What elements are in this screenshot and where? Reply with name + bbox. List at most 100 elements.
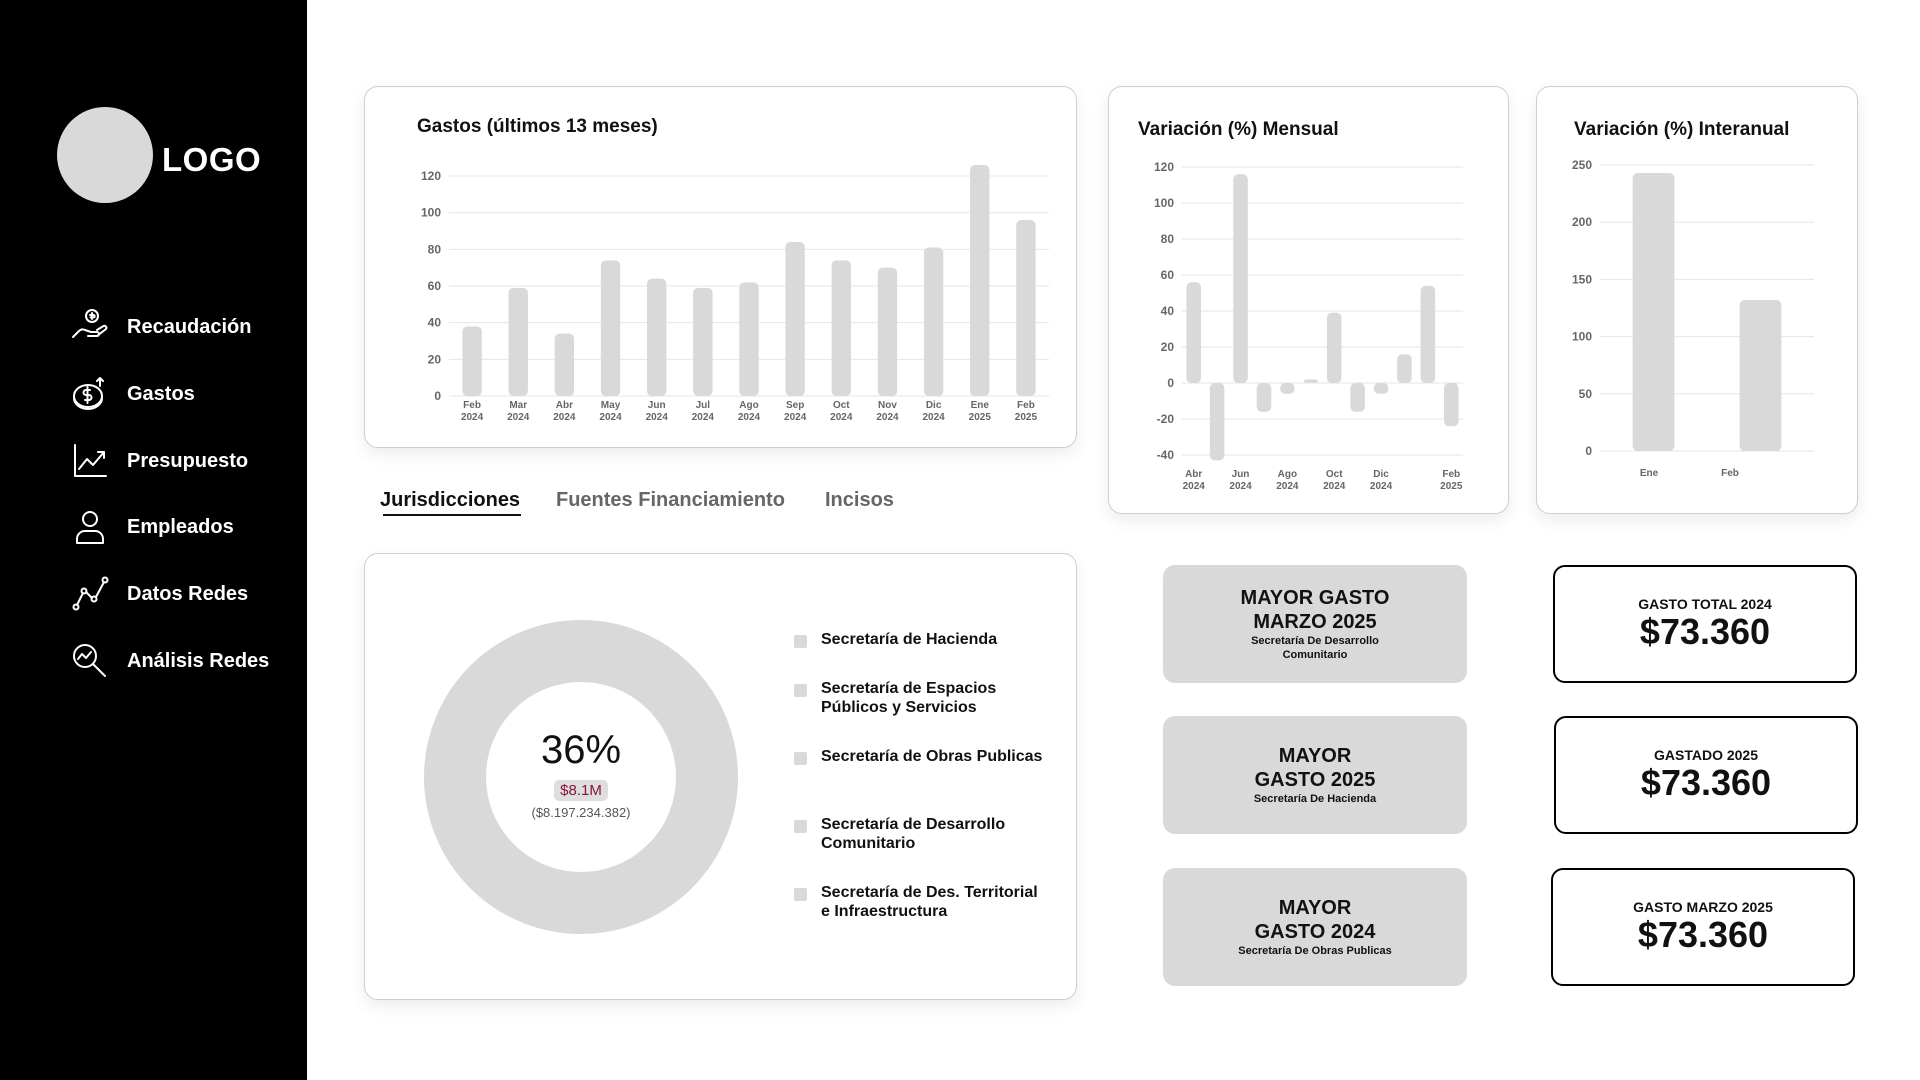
y-tick-label: 80 <box>428 242 442 256</box>
kpi-value: $73.360 <box>1640 762 1772 803</box>
x-tick-label: 2024 <box>1276 481 1299 492</box>
bar <box>877 267 898 396</box>
x-tick-label: 2024 <box>1370 481 1393 492</box>
highlight-title: MAYOR GASTO 2025 <box>1254 745 1376 791</box>
bar <box>1397 354 1412 383</box>
x-tick-label: Oct <box>1326 469 1343 480</box>
legend-label: Secretaría de Hacienda <box>821 631 998 648</box>
y-tick-label: 20 <box>428 352 442 366</box>
x-tick-label: 2024 <box>1323 481 1346 492</box>
legend-swatch <box>794 684 807 697</box>
kpi-label: GASTADO 2025 <box>1654 747 1758 763</box>
sidebar-item-datos-redes[interactable]: Datos Redes <box>68 569 298 619</box>
bar <box>554 333 575 396</box>
sidebar-item-label: Recaudación <box>127 315 252 338</box>
kpi-gasto-marzo-2025: GASTO MARZO 2025 $73.360 <box>1551 868 1855 986</box>
highlight-mayor-gasto-2024: MAYOR GASTO 2024 Secretaría De Obras Pub… <box>1163 868 1467 986</box>
highlight-title: MAYOR GASTO 2024 <box>1254 897 1376 943</box>
kpi-value: $73.360 <box>1637 914 1769 955</box>
y-tick-label: 20 <box>1161 340 1175 354</box>
x-tick-label: Ene <box>971 400 990 411</box>
x-tick-label: 2024 <box>1229 481 1252 492</box>
x-tick-label: 2024 <box>461 412 484 423</box>
trend-chart-icon <box>68 439 112 483</box>
donut-percent: 36% <box>540 728 622 772</box>
x-tick-label: 2024 <box>599 412 622 423</box>
kpi-value: $73.360 <box>1639 611 1771 652</box>
x-tick-label: 2024 <box>692 412 715 423</box>
bar <box>1303 379 1319 383</box>
sidebar-item-label: Datos Redes <box>127 582 249 605</box>
coins-icon <box>68 372 112 416</box>
x-tick-label: Nov <box>878 400 897 411</box>
bar <box>785 242 805 396</box>
bar <box>739 282 759 396</box>
y-tick-label: 0 <box>1167 376 1174 390</box>
donut-center: 36% $8.1M ($8.197.234.382) <box>486 730 676 820</box>
x-tick-label: 2024 <box>784 412 807 423</box>
bar <box>1444 383 1459 427</box>
x-tick-label: 2024 <box>553 412 576 423</box>
legend-label: Secretaría de Des. Territorial e Infraes… <box>821 884 1038 920</box>
y-tick-label: 100 <box>1154 196 1174 210</box>
tab-jurisdicciones[interactable]: Jurisdicciones <box>380 489 520 512</box>
variacion-mensual-card: Variación (%) Mensual -40 -20 0 20 40 60 80 100… <box>1108 86 1509 514</box>
bar <box>831 260 851 396</box>
y-tick-label: 250 <box>1572 158 1592 172</box>
y-tick-label: 60 <box>428 279 442 293</box>
bar <box>1233 174 1248 383</box>
legend-label: Secretaría de Obras Publicas <box>821 748 1043 765</box>
x-tick-label: 2024 <box>646 412 669 423</box>
variacion-interanual-card: Variación (%) Interanual 0 50 100 150 200 250… <box>1536 86 1858 514</box>
highlight-mayor-gasto-marzo-2025: MAYOR GASTO MARZO 2025 Secretaría De Des… <box>1163 565 1467 683</box>
donut-amount: $8.1M <box>554 780 608 801</box>
bar <box>1209 383 1225 461</box>
y-tick-label: 100 <box>421 206 441 220</box>
variacion-mensual-chart: -40-20020406080100120Abr2024Jun2024Ago20… <box>1154 160 1463 492</box>
sidebar-item-recaudacion[interactable]: Recaudación <box>68 302 298 352</box>
y-tick-label: 120 <box>1154 160 1174 174</box>
highlight-subtitle: Secretaría De Obras Publicas <box>1238 945 1392 957</box>
bar <box>647 278 667 396</box>
x-tick-label: 2025 <box>969 412 992 423</box>
legend-swatch <box>794 820 807 833</box>
y-tick-label: 60 <box>1161 268 1175 282</box>
sidebar-item-presupuesto[interactable]: Presupuesto <box>68 436 298 486</box>
x-tick-label: Oct <box>833 400 850 411</box>
x-tick-label: Abr <box>1185 469 1202 480</box>
legend-label: Secretaría de Desarrollo Comunitario <box>821 816 1006 852</box>
x-tick-label: Dic <box>926 400 942 411</box>
tab-incisos[interactable]: Incisos <box>825 489 894 512</box>
legend-item: Secretaría de Hacienda <box>794 630 1051 649</box>
x-tick-label: Sep <box>786 400 804 411</box>
x-tick-label: Feb <box>463 400 481 411</box>
legend-item: Secretaría de Des. Territorial e Infraes… <box>794 883 1051 921</box>
bar <box>1632 173 1675 451</box>
sidebar-item-gastos[interactable]: Gastos <box>68 369 298 419</box>
x-tick-label: 2024 <box>738 412 761 423</box>
bar <box>1350 383 1365 412</box>
x-tick-label: Ago <box>1278 469 1297 480</box>
tab-fuentes-financiamiento[interactable]: Fuentes Financiamiento <box>556 489 785 512</box>
sidebar-item-label: Gastos <box>127 382 195 405</box>
logo-text: LOGO <box>162 141 262 178</box>
sidebar-item-empleados[interactable]: Empleados <box>68 502 298 552</box>
x-tick-label: 2024 <box>922 412 945 423</box>
kpi-gastado-2025: GASTADO 2025 $73.360 <box>1554 716 1858 834</box>
y-tick-label: 200 <box>1572 215 1592 229</box>
x-tick-label: 2024 <box>876 412 899 423</box>
y-tick-label: -20 <box>1157 412 1175 426</box>
sidebar-item-analisis-redes[interactable]: Análisis Redes <box>68 636 298 686</box>
legend-swatch <box>794 888 807 901</box>
user-icon <box>68 505 112 549</box>
x-tick-label: Feb <box>1442 469 1460 480</box>
x-tick-label: 2024 <box>830 412 853 423</box>
y-tick-label: -40 <box>1157 448 1175 462</box>
legend-item: Secretaría de Espacios Públicos y Servic… <box>794 679 1051 717</box>
bar <box>1256 383 1272 412</box>
x-tick-label: Mar <box>509 400 527 411</box>
x-tick-label: Feb <box>1721 468 1739 479</box>
y-tick-label: 150 <box>1572 272 1592 286</box>
x-tick-label: Feb <box>1017 400 1035 411</box>
legend-item: Secretaría de Desarrollo Comunitario <box>794 815 1051 853</box>
